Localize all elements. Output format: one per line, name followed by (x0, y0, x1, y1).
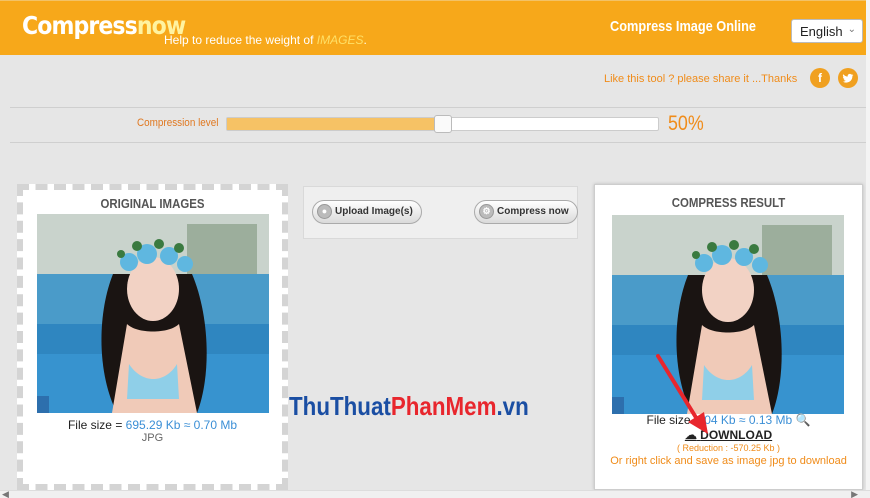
tagline-suffix: . (363, 33, 367, 47)
original-image[interactable] (37, 214, 269, 413)
gear-icon: ⚙ (479, 204, 494, 219)
download-link[interactable]: ☁ DOWNLOAD (595, 428, 862, 442)
slider-fill (227, 118, 443, 130)
filesize-mb: 0.70 Mb (193, 418, 238, 432)
upload-images-button[interactable]: ● Upload Image(s) (312, 200, 422, 224)
slider-handle[interactable] (433, 115, 452, 133)
red-arrow-annotation (656, 354, 708, 434)
watermark-part1: ThuThuat (289, 391, 391, 421)
image-format: JPG (141, 432, 164, 444)
compression-label: Compression level (137, 117, 219, 129)
vertical-scrollbar[interactable] (866, 0, 870, 490)
header-title: Compress Image Online (610, 18, 756, 35)
watermark-part3: .vn (496, 391, 529, 421)
result-filesize: File size = 04 Kb ≈ 0.13 Mb 🔍 (595, 413, 862, 427)
compression-slider[interactable] (226, 115, 659, 133)
approx-sign: ≈ (183, 418, 191, 432)
magnifier-icon[interactable]: 🔍 (796, 413, 811, 427)
original-images-panel: ORIGINAL IMAGES File size = 695.29 Kb ≈ … (17, 184, 288, 490)
language-value: English (800, 24, 843, 39)
reduction-text: ( Reduction : -570.25 Kb ) (676, 443, 781, 453)
header-bar: Compressnow Help to reduce the weight of… (0, 0, 866, 55)
scroll-right-icon[interactable]: ▶ (851, 489, 858, 498)
horizontal-scrollbar[interactable]: ◀ ▶ (0, 489, 870, 498)
facebook-icon[interactable]: f (810, 68, 830, 88)
action-box: ● Upload Image(s) ⚙ Compress now (303, 186, 578, 239)
divider (10, 107, 866, 108)
filesize-mb: 0.13 Mb (748, 413, 793, 427)
tagline: Help to reduce the weight of IMAGES. (164, 33, 367, 47)
original-filesize: File size = 695.29 Kb ≈ 0.70 Mb (23, 418, 282, 432)
divider (10, 142, 866, 143)
twitter-icon[interactable] (838, 68, 858, 88)
right-click-hint: Or right click and save as image jpg to … (610, 455, 847, 467)
filesize-kb: 695.29 Kb (125, 418, 181, 432)
share-text: Like this tool ? please share it ...Than… (604, 73, 798, 85)
compressed-image[interactable] (612, 215, 844, 414)
language-select[interactable]: English ⌄ (791, 19, 863, 43)
tagline-highlight: IMAGES (316, 33, 364, 47)
approx-sign: ≈ (738, 413, 746, 427)
logo[interactable]: Compressnow (22, 11, 186, 40)
compress-now-button[interactable]: ⚙ Compress now (474, 200, 578, 224)
panel-title: ORIGINAL IMAGES (100, 196, 205, 211)
logo-text: Compress (22, 11, 138, 40)
filesize-label: File size = (67, 418, 123, 432)
panel-title: COMPRESS RESULT (671, 195, 786, 210)
tagline-text: Help to reduce the weight of (164, 33, 314, 47)
compress-result-panel: COMPRESS RESULT File size = 04 Kb ≈ 0.13… (594, 184, 863, 490)
watermark: ThuThuatPhanMem.vn (289, 391, 529, 422)
chevron-down-icon: ⌄ (847, 24, 856, 35)
scroll-left-icon[interactable]: ◀ (2, 489, 9, 498)
compress-label: Compress now (497, 206, 569, 217)
watermark-part2: PhanMem (390, 391, 497, 421)
upload-icon: ● (317, 204, 332, 219)
upload-label: Upload Image(s) (335, 206, 413, 217)
compression-value: 50% (668, 112, 704, 135)
